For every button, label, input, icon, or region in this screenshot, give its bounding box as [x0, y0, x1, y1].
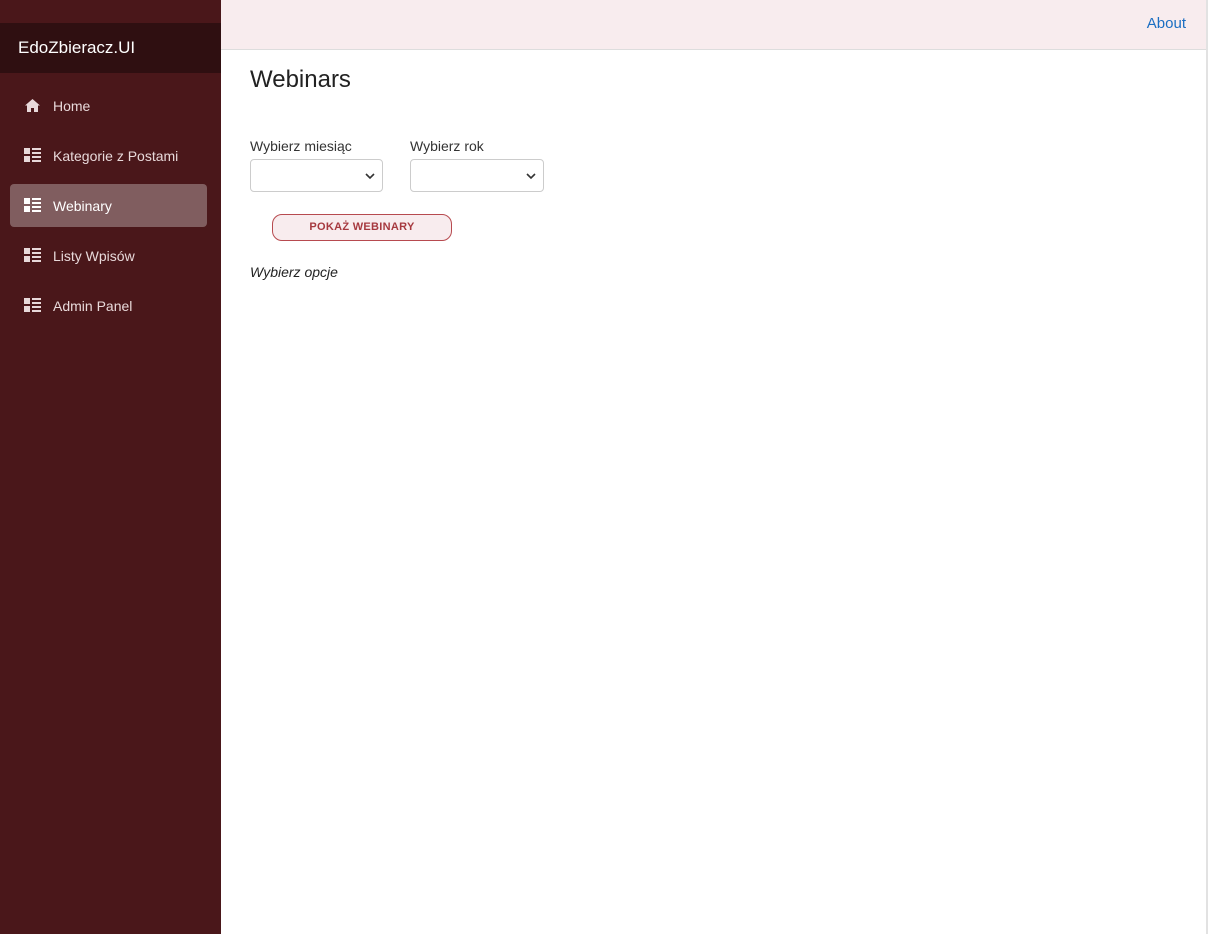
- chevron-down-icon: [525, 169, 537, 181]
- hint-text: Wybierz opcje: [250, 264, 338, 280]
- sidebar-item-label: Home: [53, 97, 91, 114]
- show-webinars-button[interactable]: POKAŻ WEBINARY: [272, 214, 452, 241]
- top-bar: About: [221, 0, 1208, 50]
- month-select[interactable]: [250, 159, 383, 192]
- sidebar-item-home[interactable]: Home: [10, 84, 207, 127]
- page-title: Webinars: [250, 66, 351, 93]
- sidebar-item-webinary[interactable]: Webinary: [10, 184, 207, 227]
- sidebar-item-label: Listy Wpisów: [53, 247, 135, 264]
- list-icon: [24, 198, 41, 213]
- month-filter: Wybierz miesiąc: [250, 138, 383, 192]
- filters: Wybierz miesiąc Wybierz rok: [250, 138, 570, 198]
- sidebar-item-label: Kategorie z Postami: [53, 147, 179, 164]
- app-root: EdoZbieracz.UI Home Kategorie z Postami …: [0, 0, 1208, 934]
- list-icon: [24, 298, 41, 313]
- year-filter: Wybierz rok: [410, 138, 544, 192]
- sidebar: EdoZbieracz.UI Home Kategorie z Postami …: [0, 0, 221, 934]
- main-content: Webinars Wybierz miesiąc Wybierz rok POK…: [250, 64, 544, 280]
- list-icon: [24, 248, 41, 263]
- brand-title[interactable]: EdoZbieracz.UI: [0, 23, 221, 73]
- sidebar-item-label: Webinary: [53, 197, 112, 214]
- year-select[interactable]: [410, 159, 544, 192]
- month-label: Wybierz miesiąc: [250, 138, 352, 154]
- sidebar-item-admin-panel[interactable]: Admin Panel: [10, 284, 207, 327]
- home-icon: [24, 98, 41, 113]
- sidebar-item-kategorie[interactable]: Kategorie z Postami: [10, 134, 207, 177]
- chevron-down-icon: [364, 169, 376, 181]
- sidebar-item-listy-wpisow[interactable]: Listy Wpisów: [10, 234, 207, 277]
- sidebar-item-label: Admin Panel: [53, 297, 133, 314]
- sidebar-nav: Home Kategorie z Postami Webinary Listy …: [0, 84, 221, 334]
- year-label: Wybierz rok: [410, 138, 484, 154]
- about-link[interactable]: About: [1147, 15, 1186, 32]
- list-icon: [24, 148, 41, 163]
